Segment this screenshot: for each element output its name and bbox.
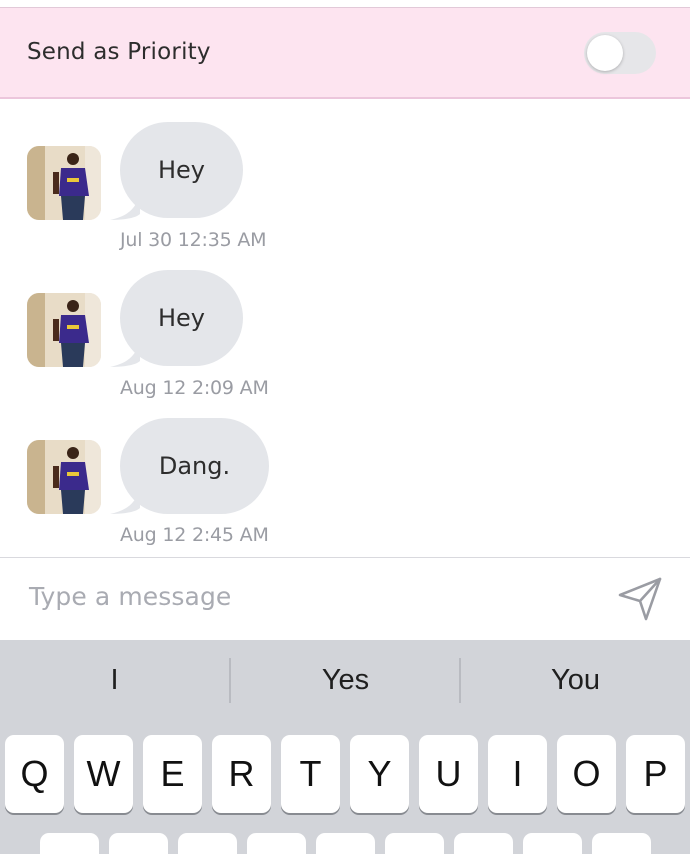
message-bubble[interactable]: Hey [120,122,243,218]
key-a[interactable] [40,833,99,854]
key-q[interactable]: Q [5,735,64,813]
key-w[interactable]: W [74,735,133,813]
key-s[interactable] [109,833,168,854]
key-f[interactable] [247,833,306,854]
key-j[interactable] [454,833,513,854]
key-h[interactable] [385,833,444,854]
message-bubble[interactable]: Hey [120,270,243,366]
key-k[interactable] [523,833,582,854]
priority-bar: Send as Priority [0,8,690,99]
key-i[interactable]: I [488,735,547,813]
priority-label: Send as Priority [27,39,211,65]
message-item: Dang. Aug 12 2:45 AM [0,418,690,548]
message-composer: Type a message [0,557,690,640]
key-p[interactable]: P [626,735,685,813]
avatar[interactable] [27,293,101,367]
top-strip [0,0,690,8]
avatar[interactable] [27,440,101,514]
keyboard: I Yes You Q W E R T Y U I O P [0,640,690,854]
key-e[interactable]: E [143,735,202,813]
message-list[interactable]: Hey Jul 30 12:35 AM Hey Aug 12 2:09 AM D… [0,100,690,557]
toggle-knob [587,35,623,71]
suggestion-1[interactable]: I [0,658,229,702]
key-g[interactable] [316,833,375,854]
message-bubble[interactable]: Dang. [120,418,269,514]
key-o[interactable]: O [557,735,616,813]
suggestion-2[interactable]: Yes [231,658,460,702]
message-item: Hey Aug 12 2:09 AM [0,270,690,400]
key-d[interactable] [178,833,237,854]
key-u[interactable]: U [419,735,478,813]
priority-toggle[interactable] [584,32,656,74]
avatar[interactable] [27,146,101,220]
send-paper-plane-icon[interactable] [616,575,664,623]
key-t[interactable]: T [281,735,340,813]
key-l[interactable] [592,833,651,854]
suggestion-3[interactable]: You [461,658,690,702]
message-timestamp: Aug 12 2:09 AM [120,377,269,399]
key-y[interactable]: Y [350,735,409,813]
key-r[interactable]: R [212,735,271,813]
message-timestamp: Aug 12 2:45 AM [120,524,269,546]
message-timestamp: Jul 30 12:35 AM [120,229,267,251]
message-item: Hey Jul 30 12:35 AM [0,122,690,252]
message-input[interactable]: Type a message [29,582,569,611]
